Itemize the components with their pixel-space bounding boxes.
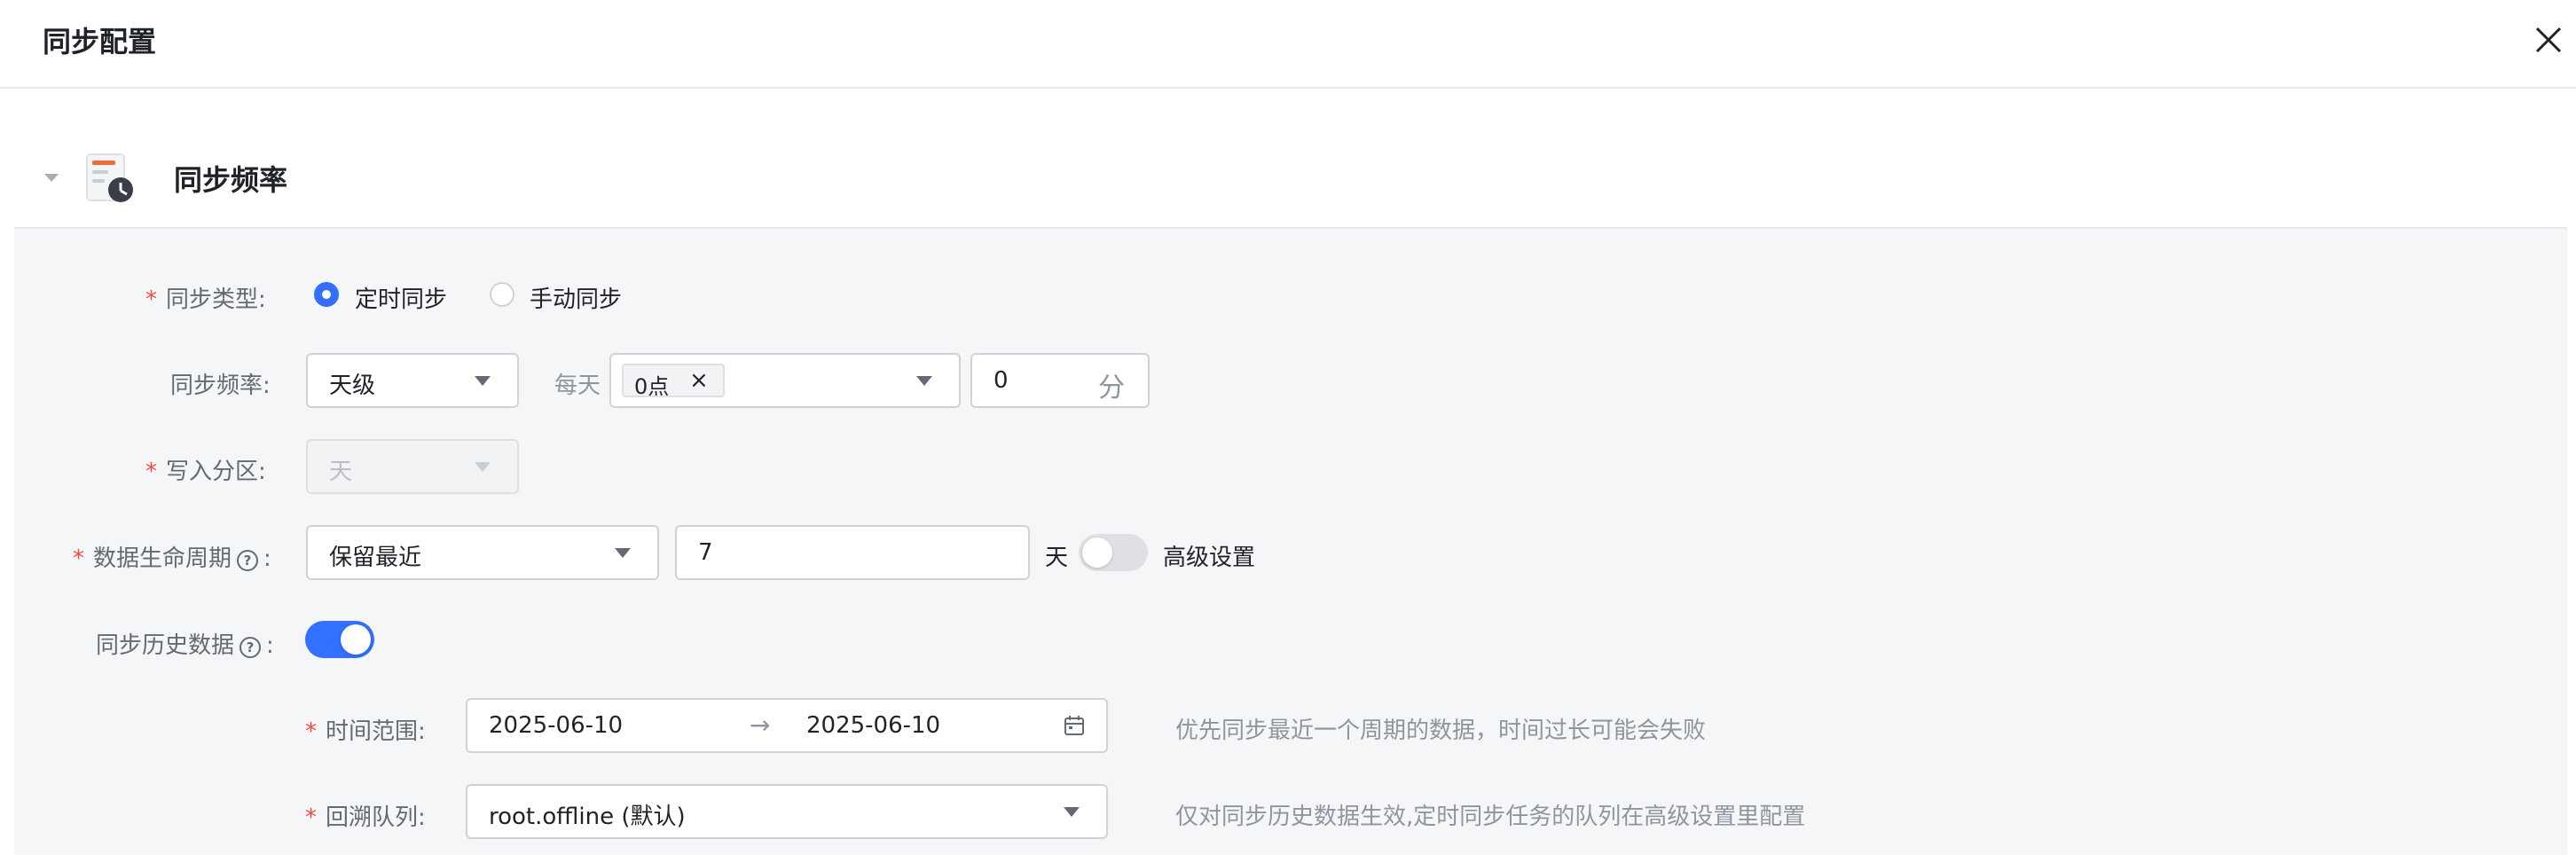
chevron-down-icon: [1064, 807, 1080, 817]
calendar-icon[interactable]: [1064, 715, 1085, 736]
sync-history-toggle[interactable]: [305, 621, 374, 658]
range-arrow-icon: →: [750, 710, 771, 740]
help-icon[interactable]: ?: [240, 637, 262, 658]
schedule-clock-icon: [86, 153, 133, 202]
write-partition-value: 天: [329, 459, 353, 485]
toggle-knob: [1082, 537, 1112, 568]
lifecycle-days-unit: 天: [1045, 545, 1069, 571]
data-lifecycle-label: * 数据生命周期?:: [73, 545, 271, 572]
time-range-picker[interactable]: 2025-06-10 → 2025-06-10: [466, 698, 1108, 753]
range-end[interactable]: 2025-06-10: [806, 712, 940, 739]
help-icon[interactable]: ?: [237, 550, 259, 571]
frequency-period-select[interactable]: 天级: [306, 353, 519, 408]
lifecycle-days-value: 7: [698, 539, 713, 566]
sync-type-label: * 同步类型:: [145, 286, 266, 313]
minute-unit: 分: [1098, 373, 1125, 404]
lifecycle-policy-select[interactable]: 保留最近: [306, 525, 659, 580]
caret-down-icon[interactable]: [43, 169, 60, 186]
backfill-queue-hint: 仅对同步历史数据生效,定时同步任务的队列在高级设置里配置: [1175, 804, 1806, 830]
minute-input[interactable]: 0 分: [970, 353, 1150, 408]
advanced-settings-toggle[interactable]: [1079, 534, 1148, 571]
sync-frequency-label: 同步频率:: [170, 373, 271, 399]
backfill-queue-label: * 回溯队列:: [305, 804, 426, 831]
hour-tag: 0点 ×: [622, 364, 725, 399]
chevron-down-icon: [475, 376, 491, 386]
backfill-queue-value: root.offline (默认): [489, 804, 686, 830]
radio-manual-sync-label[interactable]: 手动同步: [530, 281, 622, 314]
radio-scheduled-sync-label[interactable]: 定时同步: [355, 281, 447, 314]
radio-manual-sync[interactable]: [490, 282, 514, 307]
lifecycle-days-input[interactable]: 7: [675, 525, 1030, 580]
time-range-label: * 时间范围:: [305, 718, 426, 745]
minute-value: 0: [993, 367, 1009, 394]
advanced-settings-label[interactable]: 高级设置: [1163, 539, 1255, 572]
sync-history-label: 同步历史数据?:: [96, 632, 274, 659]
close-icon[interactable]: [2533, 25, 2564, 55]
backfill-queue-select[interactable]: root.offline (默认): [466, 784, 1108, 839]
time-range-hint: 优先同步最近一个周期的数据，时间过长可能会失败: [1175, 718, 1707, 744]
radio-scheduled-sync[interactable]: [314, 282, 339, 307]
frequency-period-value: 天级: [329, 373, 376, 399]
section-title: 同步频率: [174, 163, 288, 197]
range-start[interactable]: 2025-06-10: [489, 712, 623, 739]
section-header[interactable]: [14, 142, 2567, 229]
write-partition-select: 天: [306, 439, 519, 494]
toggle-knob: [341, 624, 371, 655]
lifecycle-policy-value: 保留最近: [329, 545, 422, 571]
chevron-down-icon: [615, 548, 631, 558]
dialog-header: 同步配置: [0, 0, 2576, 89]
tag-remove-icon[interactable]: ×: [689, 367, 709, 394]
hour-multiselect[interactable]: 0点 ×: [609, 353, 961, 408]
hour-tag-label: 0点: [634, 374, 670, 399]
every-day-label: 每天: [554, 373, 601, 399]
chevron-down-icon: [475, 462, 491, 472]
dialog-title: 同步配置: [43, 25, 157, 59]
write-partition-label: * 写入分区:: [145, 459, 266, 485]
chevron-down-icon: [916, 376, 932, 386]
